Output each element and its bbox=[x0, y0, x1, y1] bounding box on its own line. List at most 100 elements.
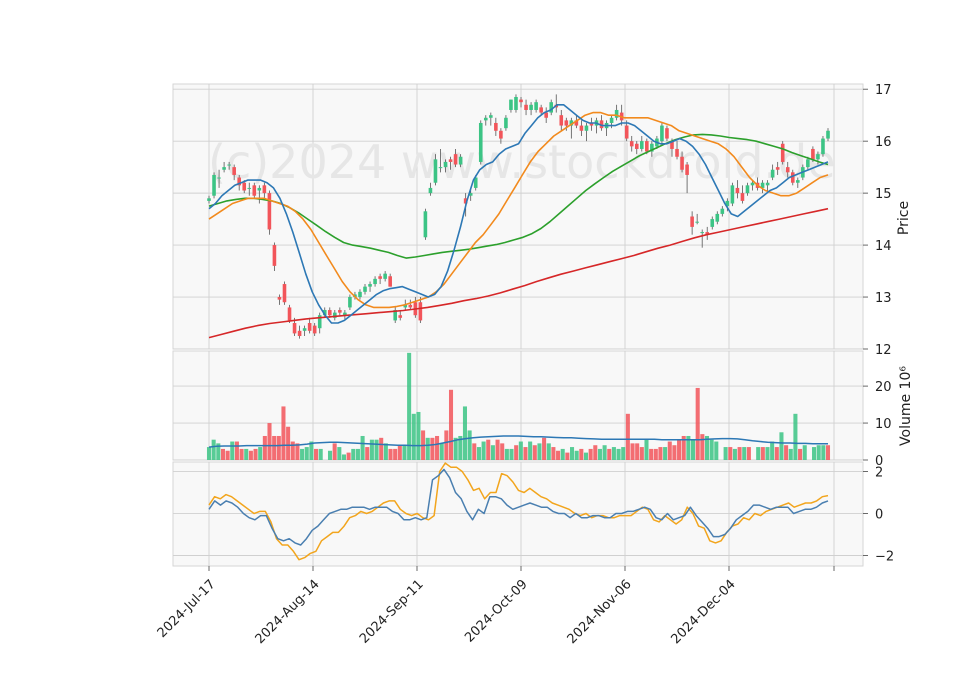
candle-body bbox=[695, 221, 699, 223]
volume-bar bbox=[593, 445, 598, 460]
volume-bar bbox=[290, 441, 295, 460]
candle-body bbox=[383, 273, 387, 279]
candle-body bbox=[821, 138, 825, 155]
candle-body bbox=[368, 284, 372, 287]
candle-body bbox=[534, 102, 538, 110]
candle-body bbox=[348, 297, 352, 308]
osc-tick-label: 2 bbox=[875, 465, 883, 480]
volume-bar bbox=[337, 447, 342, 460]
volume-bar bbox=[490, 445, 495, 460]
candle-body bbox=[262, 185, 267, 194]
volume-bar bbox=[220, 448, 225, 460]
volume-bar bbox=[262, 435, 267, 460]
volume-bar bbox=[639, 447, 644, 460]
volume-bar bbox=[295, 443, 300, 460]
volume-panel bbox=[172, 350, 864, 461]
volume-bar bbox=[500, 443, 505, 460]
candle-body bbox=[242, 182, 247, 191]
volume-bar bbox=[514, 445, 519, 460]
candle-body bbox=[745, 185, 750, 194]
candle-body bbox=[358, 291, 362, 298]
x-tick-label: 2024-Sep-11 bbox=[357, 577, 427, 647]
candle-body bbox=[826, 130, 830, 139]
volume-bar bbox=[374, 439, 379, 460]
candle-body bbox=[433, 159, 438, 183]
volume-bar bbox=[523, 447, 528, 460]
price-panel bbox=[172, 83, 864, 350]
volume-bar bbox=[393, 448, 398, 460]
volume-bar bbox=[677, 439, 682, 460]
osc-tick-label: −2 bbox=[875, 549, 894, 564]
candle-body bbox=[373, 278, 377, 285]
candle-body bbox=[584, 125, 589, 131]
candle-body bbox=[785, 167, 790, 173]
volume-bar bbox=[225, 450, 230, 460]
volume-bar bbox=[206, 447, 212, 460]
volume-bar bbox=[509, 448, 514, 460]
candle-body bbox=[438, 167, 443, 169]
candle-body bbox=[564, 120, 569, 126]
candle-body bbox=[458, 156, 463, 165]
candle-body bbox=[720, 208, 725, 214]
oscillator-panel bbox=[172, 461, 864, 567]
volume-bar bbox=[756, 447, 761, 460]
candle-body bbox=[408, 304, 413, 308]
candle-body bbox=[634, 143, 639, 149]
volume-bar bbox=[649, 448, 654, 460]
volume-bar bbox=[621, 447, 626, 460]
volume-axis-label: Volume 10⁶ bbox=[898, 366, 914, 446]
volume-bar bbox=[253, 448, 258, 460]
x-tick-label: 2024-Aug-14 bbox=[253, 577, 323, 647]
volume-bar bbox=[244, 448, 249, 460]
candle-body bbox=[614, 109, 619, 118]
volume-bar bbox=[486, 439, 491, 460]
candle-body bbox=[639, 141, 644, 149]
volume-bar bbox=[742, 447, 747, 460]
candle-body bbox=[629, 141, 634, 147]
volume-bar bbox=[341, 454, 346, 460]
candle-body bbox=[675, 148, 679, 157]
volume-bar bbox=[765, 447, 770, 460]
x-tick-label: 2024-Oct-09 bbox=[462, 577, 530, 645]
volume-bar bbox=[327, 450, 333, 460]
candle-body bbox=[559, 115, 564, 126]
volume-bar bbox=[351, 448, 356, 460]
candle-body bbox=[489, 115, 493, 118]
volume-bar bbox=[472, 443, 477, 460]
volume-bar bbox=[234, 441, 239, 460]
volume-bar bbox=[388, 448, 393, 460]
volume-bar bbox=[583, 452, 589, 460]
candle-body bbox=[519, 99, 523, 103]
candle-body bbox=[287, 307, 292, 321]
volume-bar bbox=[304, 447, 309, 460]
volume-bar bbox=[760, 447, 765, 460]
volume-bar bbox=[774, 447, 779, 460]
volume-bar bbox=[821, 445, 826, 460]
volume-bar bbox=[360, 435, 365, 460]
candle-body bbox=[715, 213, 720, 222]
candle-body bbox=[685, 164, 689, 175]
volume-bar bbox=[365, 447, 370, 460]
volume-bar bbox=[355, 448, 360, 460]
price-tick-label: 13 bbox=[875, 291, 892, 306]
volume-bar bbox=[546, 443, 551, 460]
volume-bar bbox=[332, 443, 337, 460]
volume-bar bbox=[272, 435, 277, 460]
volume-bar bbox=[784, 445, 789, 460]
candle-body bbox=[509, 99, 513, 110]
candle-body bbox=[443, 161, 448, 168]
volume-bar bbox=[667, 441, 672, 460]
volume-bar bbox=[411, 413, 416, 460]
volume-tick-label: 10 bbox=[875, 417, 892, 432]
volume-bar bbox=[663, 447, 668, 460]
candle-body bbox=[292, 323, 297, 334]
volume-bar bbox=[318, 448, 323, 460]
candle-body bbox=[212, 174, 216, 196]
volume-bar bbox=[239, 448, 244, 460]
volume-bar bbox=[635, 443, 640, 460]
volume-bar bbox=[569, 447, 575, 460]
candle-body bbox=[499, 130, 503, 139]
candle-body bbox=[418, 302, 423, 321]
volume-bar bbox=[793, 413, 798, 460]
volume-bar bbox=[258, 447, 263, 460]
